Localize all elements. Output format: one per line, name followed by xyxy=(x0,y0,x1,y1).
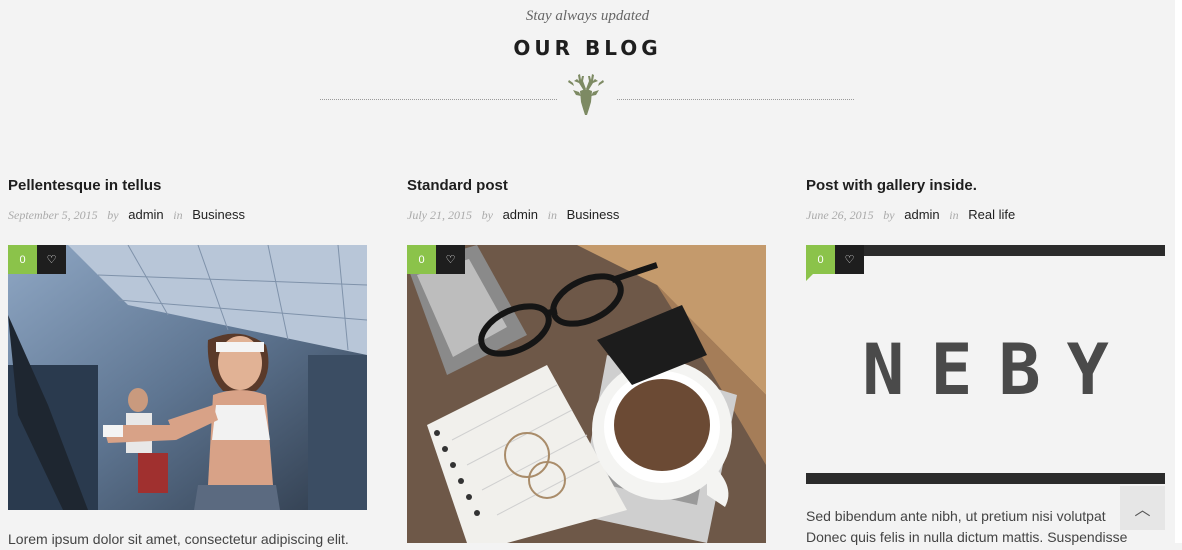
heart-icon[interactable]: ♡ xyxy=(436,245,465,274)
author-link[interactable]: admin xyxy=(128,207,163,222)
badge-corner xyxy=(806,274,813,281)
gallery-image-text: NEBY xyxy=(862,329,1135,411)
post-date[interactable]: June 26, 2015 xyxy=(806,208,874,222)
heart-icon[interactable]: ♡ xyxy=(835,245,864,274)
scroll-to-top-button[interactable]: ︿ xyxy=(1120,486,1165,530)
post-excerpt: Sed bibendum ante nibh, ut pretium nisi … xyxy=(806,506,1165,548)
post-excerpt: Lorem ipsum dolor sit amet, consectetur … xyxy=(8,531,349,547)
category-link[interactable]: Business xyxy=(567,207,620,222)
by-label: by xyxy=(107,208,119,222)
post-title-link[interactable]: Standard post xyxy=(407,177,508,194)
post-meta: September 5, 2015 by admin in Business xyxy=(8,207,245,223)
post-date[interactable]: September 5, 2015 xyxy=(8,208,98,222)
post-title-link[interactable]: Pellentesque in tellus xyxy=(8,177,161,194)
desk-coffee-notebook-photo xyxy=(407,245,766,543)
post-image[interactable]: 0 ♡ xyxy=(407,245,766,543)
fitness-gym-photo xyxy=(8,245,367,510)
author-link[interactable]: admin xyxy=(503,207,538,222)
excerpt-line-2: Donec quis felis in nulla dictum mattis.… xyxy=(806,529,1128,545)
post-gallery[interactable]: 0 ♡ NEBY xyxy=(806,245,1165,485)
like-badge[interactable]: 0 ♡ xyxy=(806,245,864,274)
like-badge[interactable]: 0 ♡ xyxy=(8,245,66,274)
category-link[interactable]: Real life xyxy=(968,207,1015,222)
post-image[interactable]: 0 ♡ xyxy=(8,245,367,510)
in-label: in xyxy=(547,208,557,222)
in-label: in xyxy=(949,208,959,222)
like-badge[interactable]: 0 ♡ xyxy=(407,245,465,274)
post-meta: July 21, 2015 by admin in Business xyxy=(407,207,619,223)
in-label: in xyxy=(173,208,183,222)
like-count: 0 xyxy=(407,245,436,274)
heart-icon[interactable]: ♡ xyxy=(37,245,66,274)
by-label: by xyxy=(481,208,493,222)
gallery-bottom-bar xyxy=(806,473,1165,484)
blog-post-2: Standard post July 21, 2015 by admin in … xyxy=(407,0,766,543)
blog-post-3: Post with gallery inside. June 26, 2015 … xyxy=(806,0,1165,545)
chevron-up-icon: ︿ xyxy=(1134,502,1151,519)
page-edge xyxy=(1175,0,1182,543)
like-count: 0 xyxy=(806,245,835,274)
category-link[interactable]: Business xyxy=(192,207,245,222)
excerpt-line-1: Sed bibendum ante nibh, ut pretium nisi … xyxy=(806,508,1106,524)
like-count: 0 xyxy=(8,245,37,274)
author-link[interactable]: admin xyxy=(904,207,939,222)
post-meta: June 26, 2015 by admin in Real life xyxy=(806,207,1015,223)
by-label: by xyxy=(883,208,895,222)
post-title-link[interactable]: Post with gallery inside. xyxy=(806,177,977,194)
blog-post-1: Pellentesque in tellus September 5, 2015… xyxy=(8,0,367,547)
post-date[interactable]: July 21, 2015 xyxy=(407,208,472,222)
